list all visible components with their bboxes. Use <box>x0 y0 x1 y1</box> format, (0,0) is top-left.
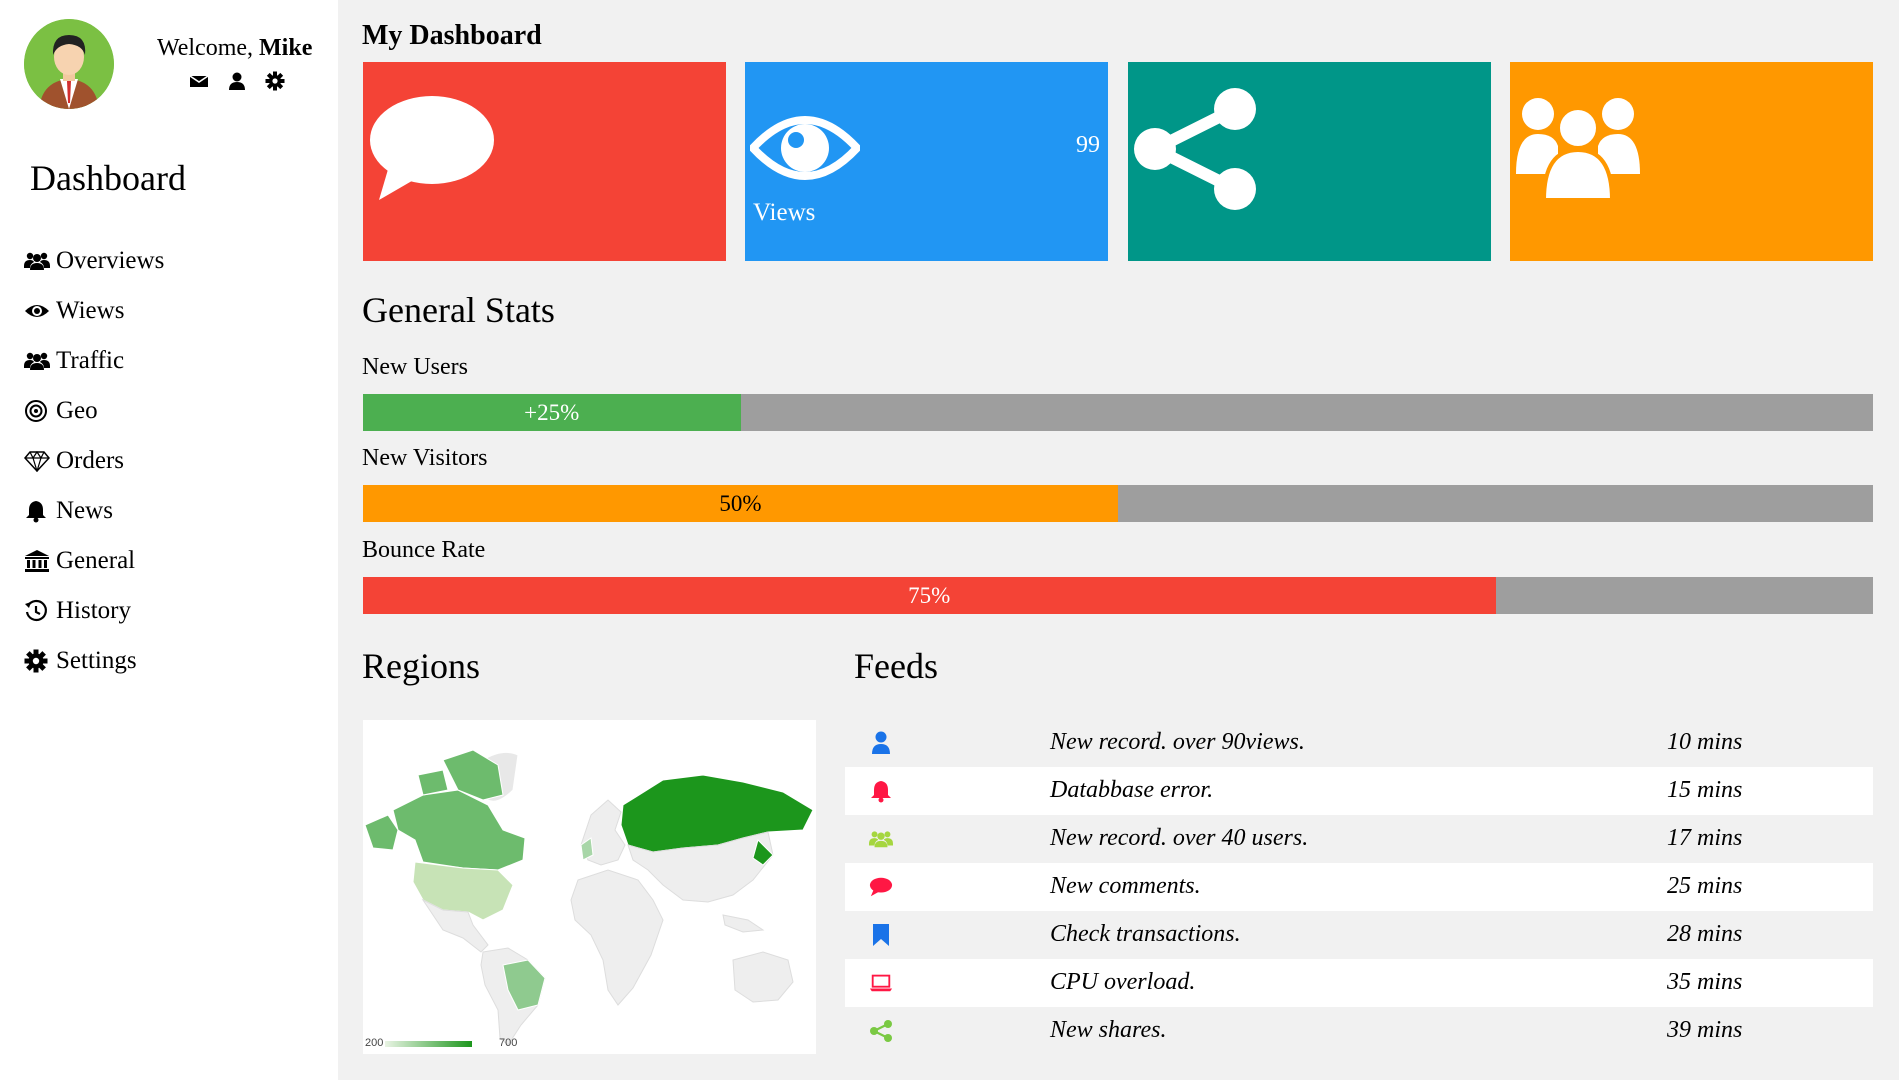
sidebar-item-label: News <box>56 497 113 524</box>
sidebar-nav: Overviews Wiews Traffic Geo Orders News … <box>24 236 324 686</box>
regions-map[interactable]: 200 700 <box>363 720 816 1054</box>
sidebar-item-settings[interactable]: Settings <box>24 636 324 686</box>
avatar[interactable] <box>24 19 114 109</box>
tile-comments[interactable] <box>363 62 726 261</box>
legend-max: 700 <box>499 1037 518 1049</box>
list-item[interactable]: New record. over 90views. 10 mins <box>845 719 1873 767</box>
progress-bounce-rate: 75% <box>363 577 1873 614</box>
feed-time: 39 mins <box>1667 1017 1743 1043</box>
laptop-icon <box>869 971 893 995</box>
sidebar-item-traffic[interactable]: Traffic <box>24 336 324 386</box>
page-title: My Dashboard <box>362 20 542 51</box>
diamond-icon <box>24 449 54 473</box>
sidebar-item-news[interactable]: News <box>24 486 324 536</box>
gear-icon[interactable] <box>265 71 285 91</box>
feeds-title: Feeds <box>854 646 938 686</box>
progress-value: +25% <box>524 399 580 425</box>
welcome-prefix: Welcome, <box>157 35 254 61</box>
progress-fill: +25% <box>363 394 741 431</box>
stat-label-new-visitors: New Visitors <box>362 445 488 471</box>
tile-shares[interactable] <box>1128 62 1491 261</box>
bullseye-icon <box>24 399 54 423</box>
share-icon <box>1133 87 1263 217</box>
sidebar-item-label: Geo <box>56 397 98 424</box>
eye-icon <box>24 299 54 323</box>
tile-value: 99 <box>1076 132 1100 158</box>
sidebar-item-label: Traffic <box>56 347 125 374</box>
regions-title: Regions <box>362 646 481 686</box>
list-item[interactable]: Check transactions. 28 mins <box>845 911 1873 959</box>
eye-icon <box>747 112 863 189</box>
feed-time: 25 mins <box>1667 873 1743 899</box>
feed-time: 10 mins <box>1667 729 1743 755</box>
list-item[interactable]: New comments. 25 mins <box>845 863 1873 911</box>
stat-label-bounce-rate: Bounce Rate <box>362 537 486 563</box>
tile-label: Views <box>753 199 816 226</box>
map-legend: 200 700 <box>363 1037 563 1051</box>
users-icon <box>24 349 54 373</box>
users-icon <box>1514 94 1642 207</box>
list-item[interactable]: CPU overload. 35 mins <box>845 959 1873 1007</box>
sidebar-item-label: General <box>56 547 136 574</box>
sidebar: Welcome, Mike Dashboard Overviews Wiews <box>0 0 338 1080</box>
feed-text: New shares. <box>1050 1017 1167 1043</box>
stat-tiles: 99 Views <box>363 62 1873 261</box>
feed-text: New record. over 40 users. <box>1050 825 1309 851</box>
feed-time: 35 mins <box>1667 969 1743 995</box>
sidebar-item-label: Orders <box>56 447 125 474</box>
feed-time: 15 mins <box>1667 777 1743 803</box>
bell-icon <box>24 499 54 523</box>
tile-views[interactable]: 99 Views <box>745 62 1108 261</box>
share-icon <box>869 1019 893 1043</box>
feed-text: Check transactions. <box>1050 921 1241 947</box>
user-icon <box>869 731 893 755</box>
progress-fill: 50% <box>363 485 1118 522</box>
general-stats-title: General Stats <box>362 290 555 330</box>
sidebar-item-label: Wiews <box>56 297 125 324</box>
sidebar-item-overviews[interactable]: Overviews <box>24 236 324 286</box>
sidebar-item-label: History <box>56 597 131 624</box>
welcome-text: Welcome, Mike <box>157 35 312 62</box>
list-item[interactable]: New record. over 40 users. 17 mins <box>845 815 1873 863</box>
user-name: Mike <box>259 35 313 61</box>
sidebar-item-orders[interactable]: Orders <box>24 436 324 486</box>
tile-users[interactable] <box>1510 62 1873 261</box>
list-item[interactable]: New shares. 39 mins <box>845 1007 1873 1055</box>
feed-text: New comments. <box>1050 873 1201 899</box>
legend-min: 200 <box>365 1037 384 1049</box>
bank-icon <box>24 549 54 573</box>
progress-value: 50% <box>719 490 762 516</box>
profile-icon-bar <box>189 71 285 91</box>
sidebar-item-general[interactable]: General <box>24 536 324 586</box>
feed-text: New record. over 90views. <box>1050 729 1305 755</box>
feeds-list: New record. over 90views. 10 mins Databb… <box>845 719 1873 1055</box>
stat-label-new-users: New Users <box>362 354 468 380</box>
sidebar-item-geo[interactable]: Geo <box>24 386 324 436</box>
sidebar-title: Dashboard <box>30 158 186 198</box>
gear-icon <box>24 649 54 673</box>
progress-new-users: +25% <box>363 394 1873 431</box>
feed-text: CPU overload. <box>1050 969 1196 995</box>
feed-time: 17 mins <box>1667 825 1743 851</box>
comment-icon <box>367 94 497 207</box>
world-map <box>364 749 814 1047</box>
users-icon <box>24 249 54 273</box>
sidebar-item-label: Overviews <box>56 247 165 274</box>
sidebar-item-history[interactable]: History <box>24 586 324 636</box>
user-icon[interactable] <box>227 71 247 91</box>
comment-icon <box>869 875 893 899</box>
progress-value: 75% <box>908 582 951 608</box>
list-item[interactable]: Databbase error. 15 mins <box>845 767 1873 815</box>
envelope-icon[interactable] <box>189 71 209 91</box>
progress-new-visitors: 50% <box>363 485 1873 522</box>
bookmark-icon <box>869 923 893 947</box>
feed-time: 28 mins <box>1667 921 1743 947</box>
history-icon <box>24 599 54 623</box>
sidebar-item-wiews[interactable]: Wiews <box>24 286 324 336</box>
bell-icon <box>869 779 893 803</box>
progress-fill: 75% <box>363 577 1496 614</box>
sidebar-item-label: Settings <box>56 647 137 674</box>
users-icon <box>869 827 893 851</box>
feed-text: Databbase error. <box>1050 777 1214 803</box>
